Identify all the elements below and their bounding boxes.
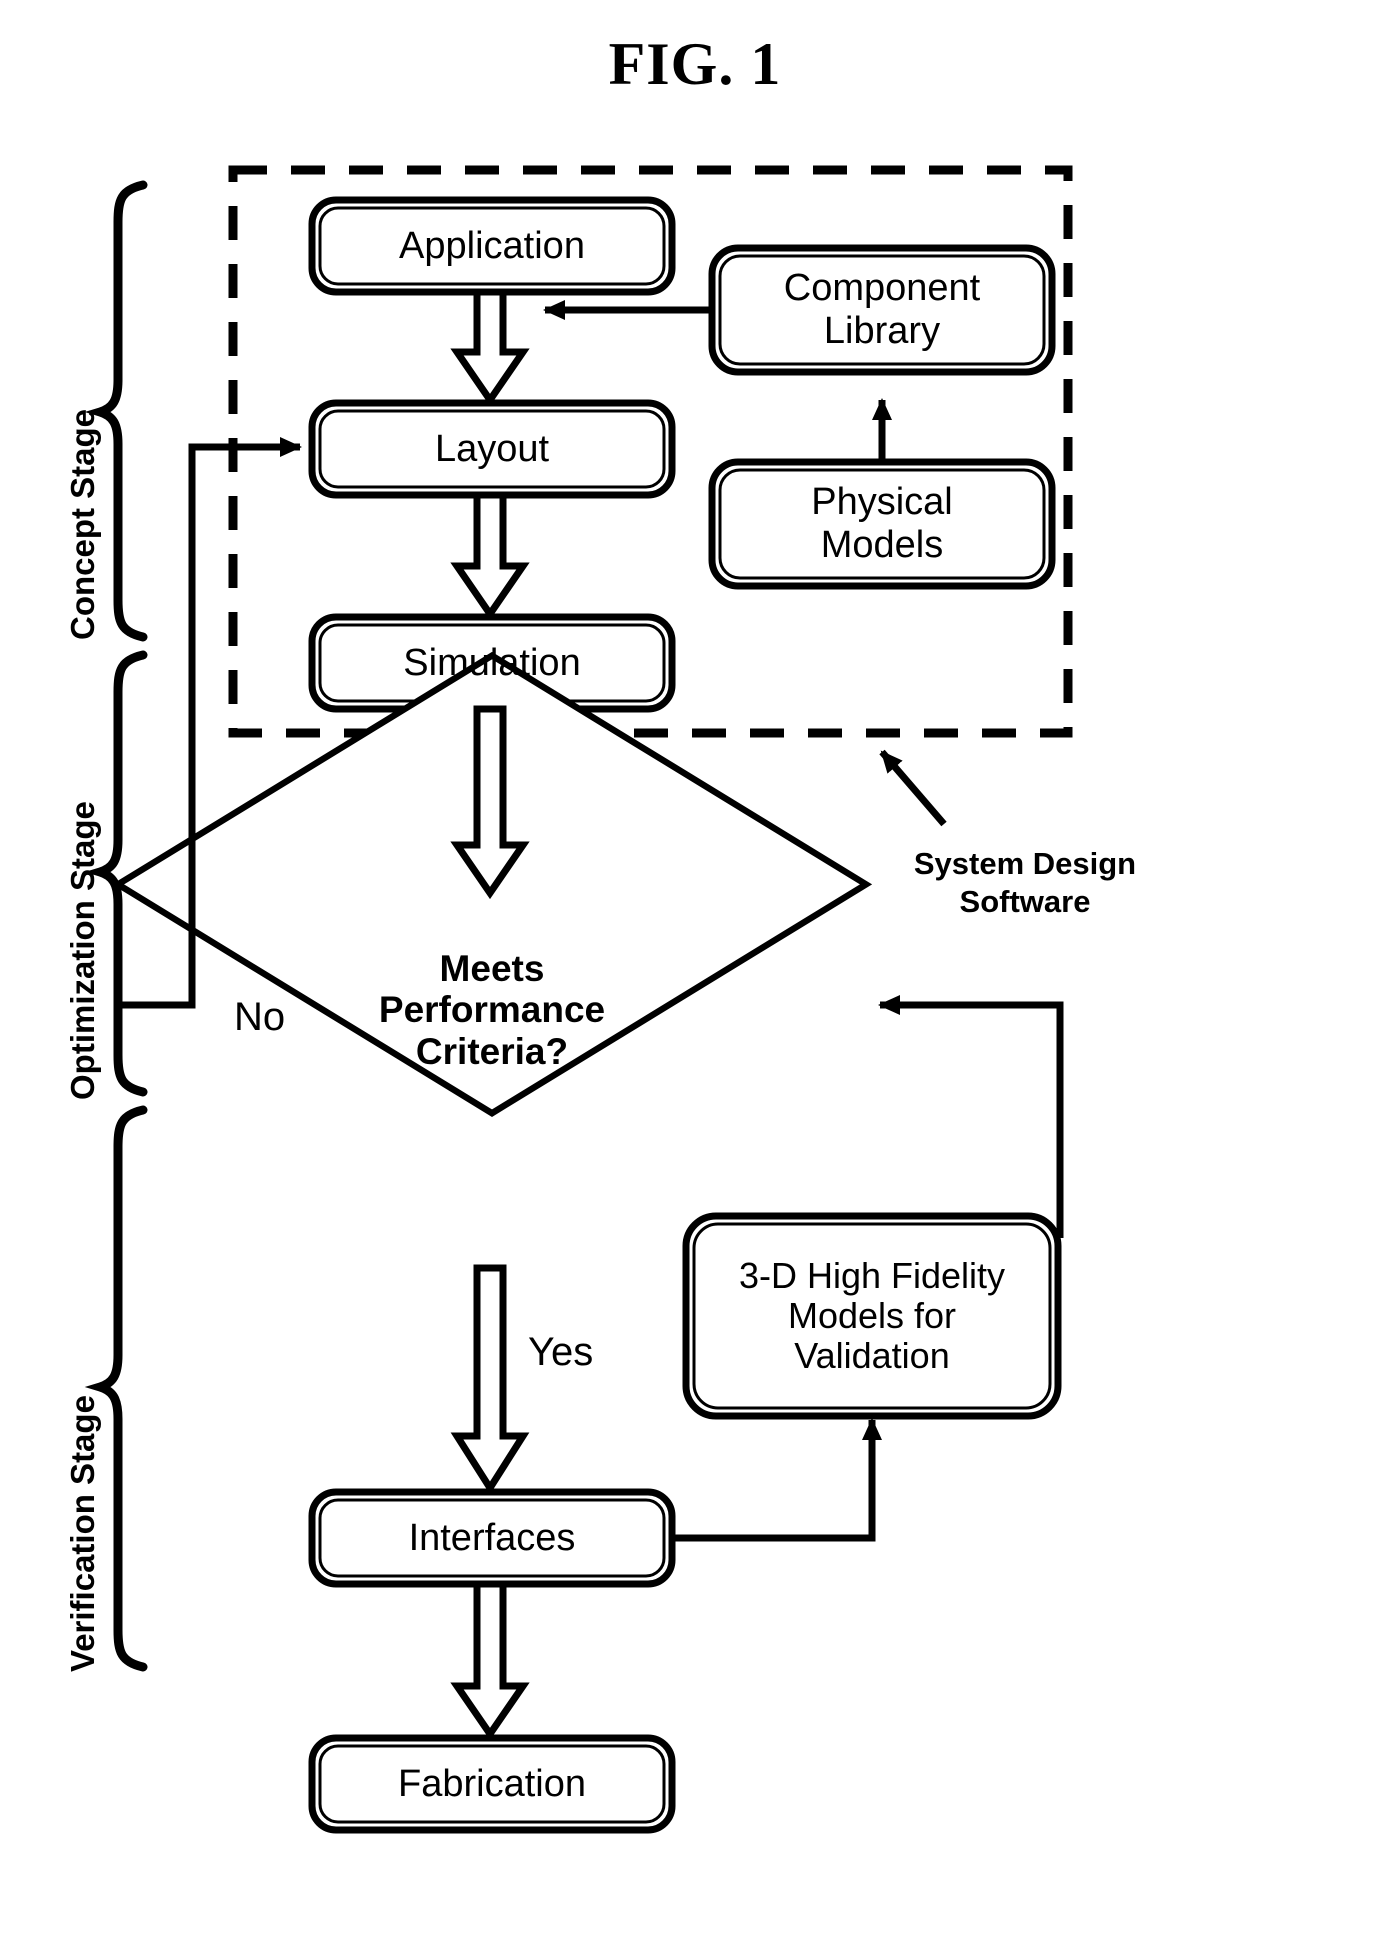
- node-shape-physical-models: [708, 458, 1056, 590]
- stage-label-optimization: Optimization Stage: [64, 801, 101, 1100]
- node-shape-high-fidelity: [682, 1212, 1062, 1420]
- arrow-layout-to-simulation: [450, 491, 530, 621]
- arrow-application-to-layout: [450, 288, 530, 407]
- stage-label-verification: Verification Stage: [64, 1395, 101, 1672]
- brace-concept-stage: [84, 180, 148, 642]
- edge-interfaces-to-high-fidelity: [672, 1418, 882, 1542]
- edge-label-yes: Yes: [528, 1330, 594, 1374]
- annotation-pointer-system-design-software: [879, 749, 947, 827]
- arrow-interfaces-to-fabrication: [450, 1580, 530, 1741]
- edge-label-no: No: [234, 995, 286, 1039]
- node-shape-fabrication: [308, 1734, 676, 1834]
- edge-high-fidelity-to-decision: [878, 995, 1064, 1238]
- node-shape-application: [308, 196, 676, 296]
- patent-figure: FIG. 1 Concept Stage Optimization Stage …: [0, 0, 1390, 1949]
- stage-label-concept: Concept Stage: [64, 408, 101, 640]
- node-shape-layout: [308, 399, 676, 499]
- node-shape-component-library: [708, 244, 1056, 376]
- arrow-decision-to-interfaces: [450, 1264, 530, 1495]
- brace-verification-stage: [84, 1105, 148, 1672]
- flowchart-canvas: [84, 165, 1073, 1834]
- annotation-system-design-software: System Design Software: [913, 846, 1137, 919]
- node-shape-interfaces: [308, 1488, 676, 1588]
